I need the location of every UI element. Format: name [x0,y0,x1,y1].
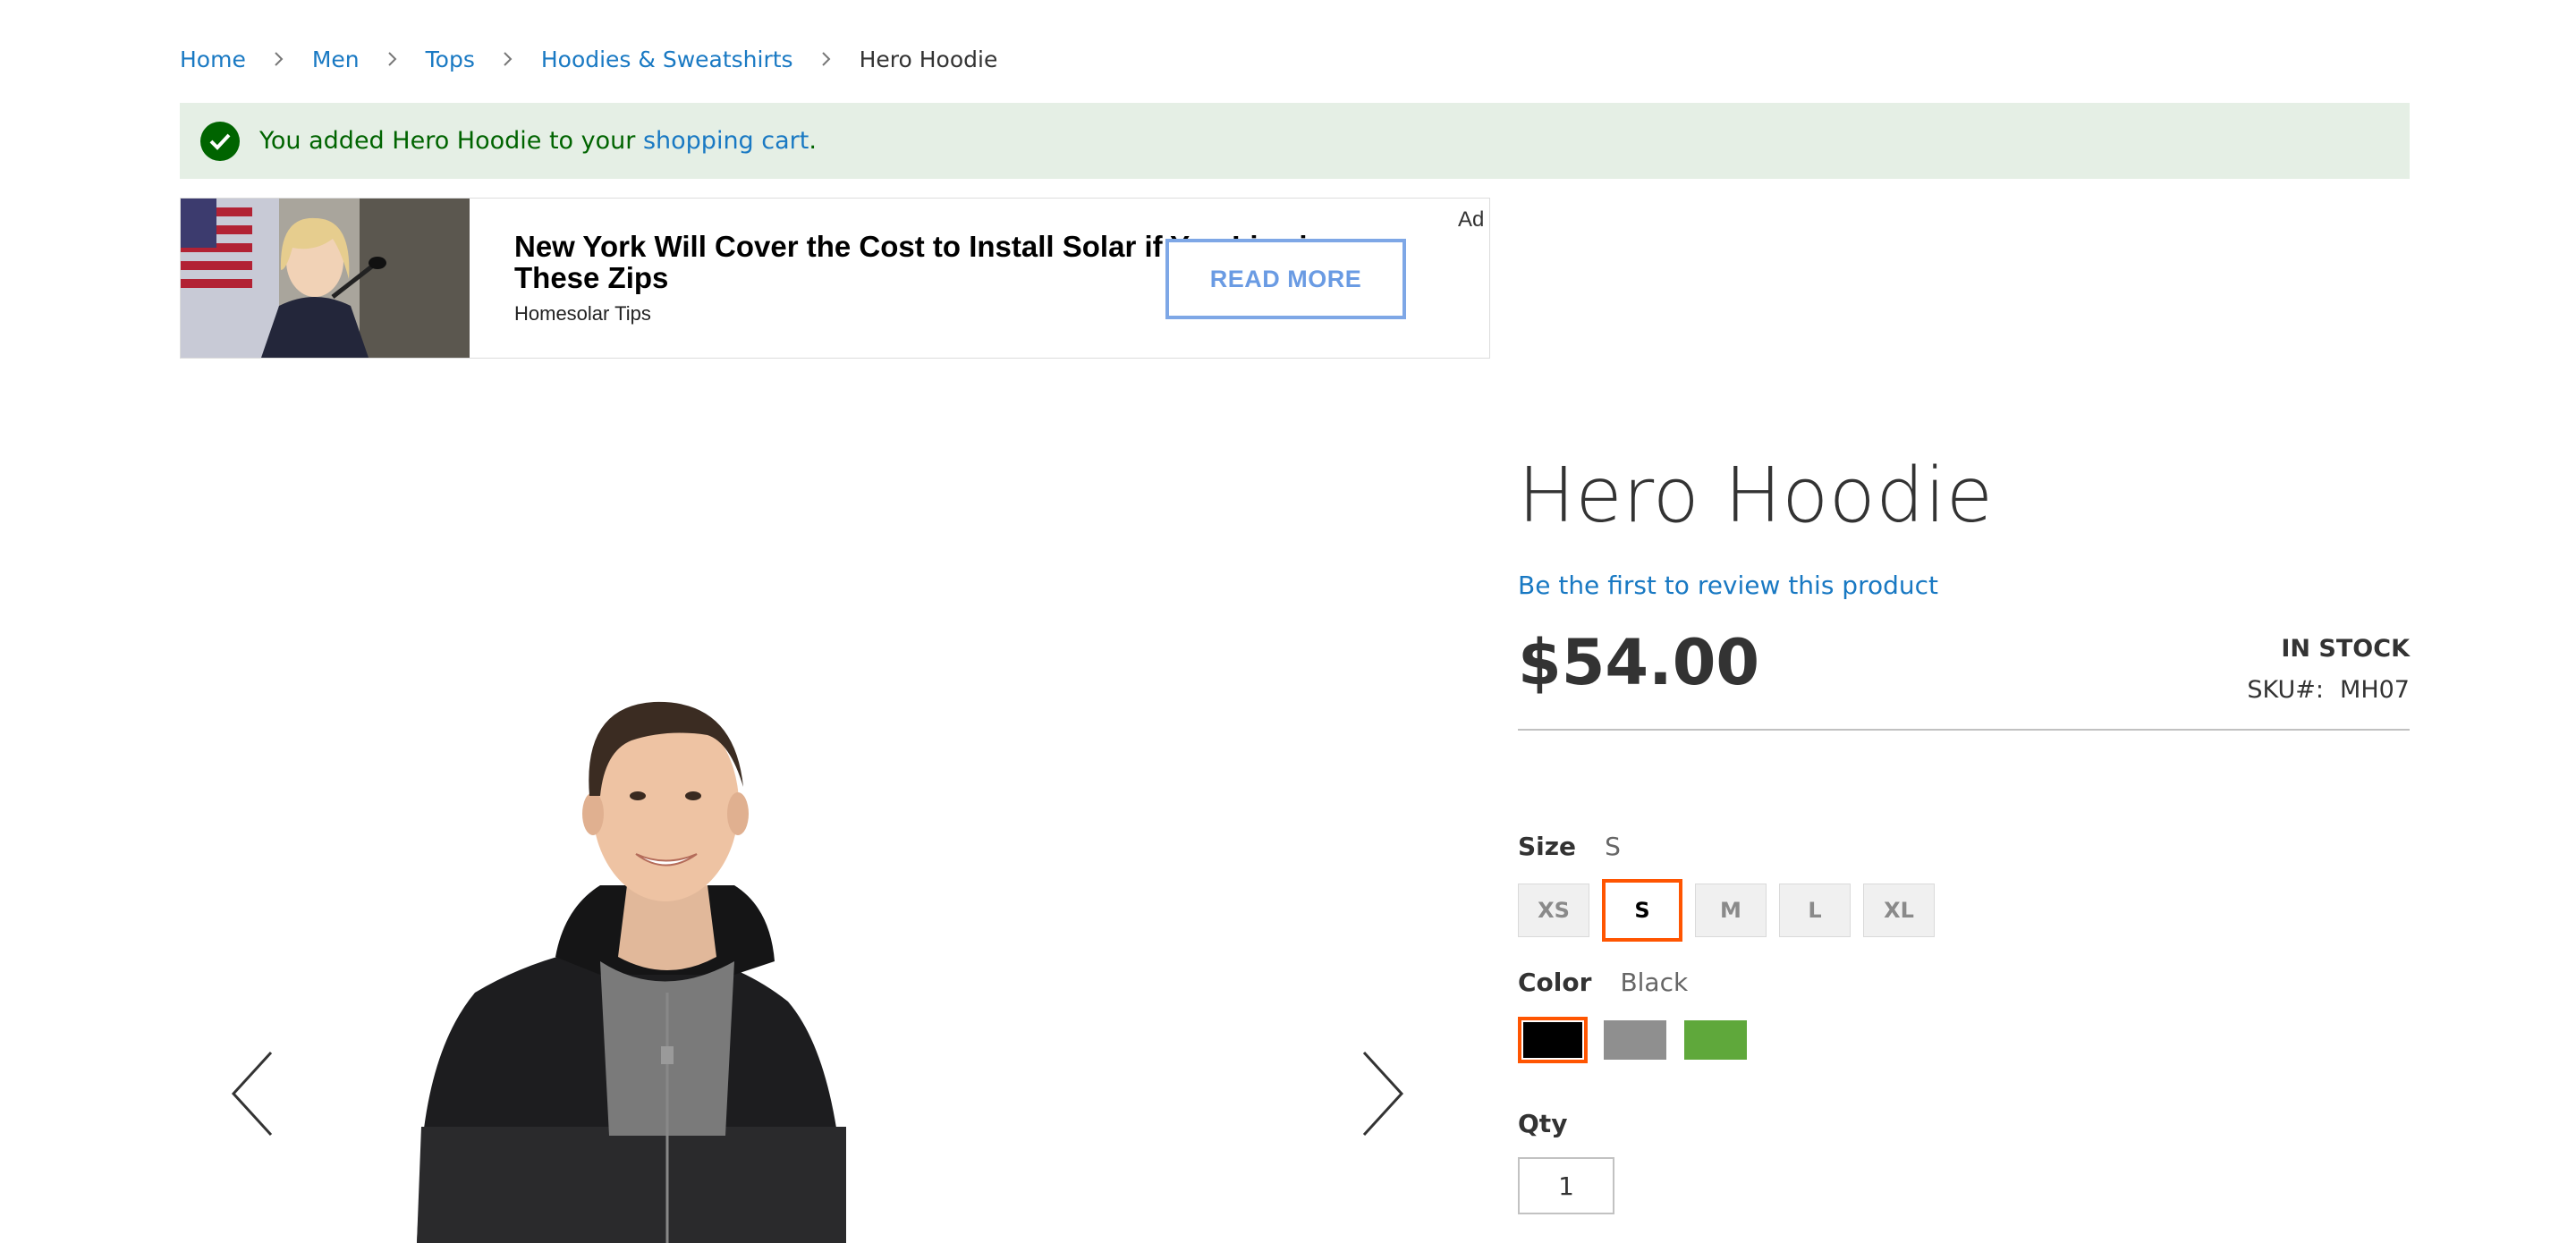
chevron-right-icon [793,43,860,75]
sku: SKU#: MH07 [2247,676,2410,704]
size-option-xl[interactable]: XL [1863,884,1935,937]
size-selected-value: S [1605,832,1621,861]
chevron-right-icon [246,43,312,75]
color-swatch-gray[interactable] [1604,1020,1666,1060]
chevron-right-icon [360,43,426,75]
size-label: Size [1518,832,1577,861]
color-swatch-green[interactable] [1684,1020,1747,1060]
product-image[interactable] [180,420,1468,1243]
color-swatch-black[interactable] [1518,1017,1588,1063]
ad-image[interactable] [181,199,470,358]
shopping-cart-link[interactable]: shopping cart [643,127,809,155]
size-option-l[interactable]: L [1779,884,1851,937]
color-selected-value: Black [1620,968,1689,997]
color-label: Color [1518,968,1592,997]
product-gallery [180,420,1468,1243]
breadcrumb-current: Hero Hoodie [859,46,998,72]
previous-image-arrow-icon[interactable] [230,1051,275,1140]
swatch-fill-green [1684,1020,1747,1060]
breadcrumb-hoodies-sweatshirts[interactable]: Hoodies & Sweatshirts [541,47,793,72]
advertisement[interactable]: New York Will Cover the Cost to Install … [180,198,1490,359]
ad-source: Homesolar Tips [514,302,651,325]
message-suffix: . [809,127,817,155]
chevron-right-icon [475,43,541,75]
success-message-text: You added Hero Hoodie to your shopping c… [259,127,817,155]
product-title: Hero Hoodie [1518,452,1994,540]
qty-label: Qty [1518,1109,1568,1138]
checkmark-icon [200,121,240,161]
read-more-button[interactable]: READ MORE [1165,239,1406,319]
size-option-m[interactable]: M [1695,884,1767,937]
stock-status: IN STOCK [2281,635,2410,663]
size-option-xs[interactable]: XS [1518,884,1589,937]
sku-label: SKU#: [2247,676,2325,704]
divider [1518,729,2410,731]
qty-input[interactable] [1518,1157,1614,1214]
product-page: Home Men Tops Hoodies & Sweatshirts Hero… [0,0,2576,1243]
breadcrumb-tops[interactable]: Tops [426,47,475,72]
swatch-fill-black [1523,1022,1582,1058]
product-price: $54.00 [1518,626,1760,699]
size-swatches: XS S M L XL [1518,879,1947,942]
breadcrumb-home[interactable]: Home [180,47,246,72]
color-option-label: Color Black [1518,968,1688,997]
breadcrumb: Home Men Tops Hoodies & Sweatshirts Hero… [180,43,997,75]
success-message: You added Hero Hoodie to your shopping c… [180,103,2410,179]
breadcrumb-men[interactable]: Men [312,47,360,72]
size-option-s[interactable]: S [1602,879,1682,942]
ad-label: Ad [1458,207,1485,232]
sku-value: MH07 [2340,676,2410,704]
message-prefix: You added Hero Hoodie to your [259,127,643,155]
review-link[interactable]: Be the first to review this product [1518,571,1938,600]
size-option-label: Size S [1518,832,1621,861]
color-swatches [1518,1017,1765,1063]
next-image-arrow-icon[interactable] [1360,1051,1405,1140]
swatch-fill-gray [1604,1020,1666,1060]
